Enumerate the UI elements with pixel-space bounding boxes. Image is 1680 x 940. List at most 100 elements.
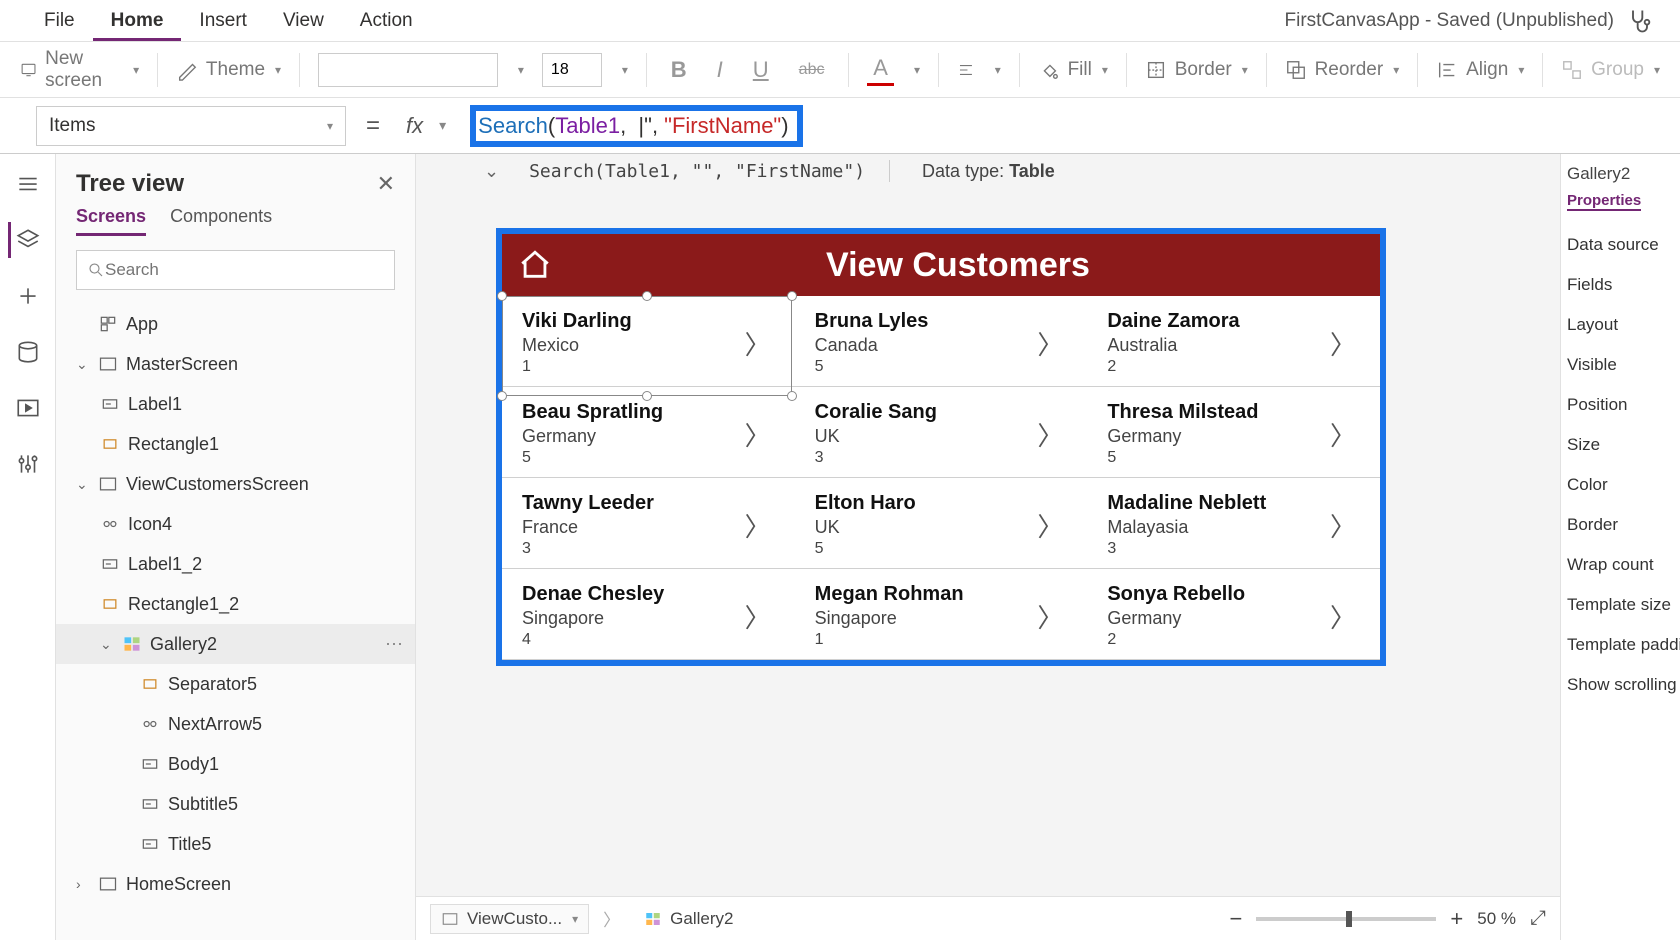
tree-body1[interactable]: Body1 bbox=[56, 744, 415, 784]
gallery-selection[interactable]: View Customers Viki DarlingMexico1〉Bruna… bbox=[496, 228, 1386, 666]
rail-media[interactable] bbox=[10, 390, 46, 426]
gallery-item[interactable]: Bruna LylesCanada5〉 bbox=[795, 296, 1088, 387]
menu-view[interactable]: View bbox=[265, 10, 342, 32]
tree-icon4[interactable]: Icon4 bbox=[56, 504, 415, 544]
property-row[interactable]: Template padding bbox=[1567, 625, 1674, 665]
tree-nextarrow5[interactable]: NextArrow5 bbox=[56, 704, 415, 744]
home-icon[interactable] bbox=[518, 248, 552, 282]
underline-button[interactable]: U bbox=[747, 55, 775, 85]
rail-hamburger[interactable] bbox=[10, 166, 46, 202]
formula-input[interactable]: Search(Table1, |", "FirstName") bbox=[456, 105, 1658, 147]
tree-close-icon[interactable]: ✕ bbox=[377, 171, 395, 197]
menu-insert[interactable]: Insert bbox=[181, 10, 265, 32]
new-screen-button[interactable]: New screen▾ bbox=[20, 48, 139, 92]
zoom-out-button[interactable]: − bbox=[1230, 906, 1243, 932]
property-row[interactable]: Position bbox=[1567, 385, 1674, 425]
tree-gallery2[interactable]: ⌄Gallery2⋯ bbox=[56, 624, 415, 664]
zoom-slider[interactable] bbox=[1256, 917, 1436, 921]
rail-tree-view[interactable] bbox=[8, 222, 44, 258]
reorder-button[interactable]: Reorder▾ bbox=[1285, 59, 1400, 81]
gallery-item[interactable]: Daine ZamoraAustralia2〉 bbox=[1087, 296, 1380, 387]
gallery-item[interactable]: Elton HaroUK5〉 bbox=[795, 478, 1088, 569]
app-title: View Customers bbox=[552, 246, 1364, 285]
breadcrumb-screen[interactable]: ViewCusto... ▾ bbox=[430, 904, 589, 934]
gallery-item[interactable]: Coralie SangUK3〉 bbox=[795, 387, 1088, 478]
zoom-in-button[interactable]: + bbox=[1450, 906, 1463, 932]
chevron-right-icon[interactable]: 〉 bbox=[1322, 416, 1364, 453]
fill-button[interactable]: Fill▾ bbox=[1038, 59, 1108, 81]
breadcrumb-control[interactable]: Gallery2 bbox=[634, 905, 743, 933]
property-row[interactable]: Wrap count bbox=[1567, 545, 1674, 585]
tab-components[interactable]: Components bbox=[170, 206, 272, 236]
tree-item-more-icon[interactable]: ⋯ bbox=[385, 634, 405, 655]
gallery-item[interactable]: Sonya RebelloGermany2〉 bbox=[1087, 569, 1380, 660]
chevron-right-icon[interactable]: 〉 bbox=[1029, 416, 1071, 453]
chevron-right-icon[interactable]: 〉 bbox=[1029, 325, 1071, 362]
tree-app[interactable]: App bbox=[56, 304, 415, 344]
font-color-button[interactable]: A bbox=[867, 53, 894, 86]
tree-rectangle1[interactable]: Rectangle1 bbox=[56, 424, 415, 464]
group-button[interactable]: Group▾ bbox=[1561, 59, 1660, 81]
tree-rectangle1-2[interactable]: Rectangle1_2 bbox=[56, 584, 415, 624]
italic-button[interactable]: I bbox=[711, 55, 729, 85]
property-selector[interactable]: Items ▾ bbox=[36, 106, 346, 146]
tree-viewcustomersscreen[interactable]: ⌄ViewCustomersScreen bbox=[56, 464, 415, 504]
property-row[interactable]: Show scrolling bbox=[1567, 665, 1674, 705]
layers-icon bbox=[15, 227, 41, 253]
property-row[interactable]: Color bbox=[1567, 465, 1674, 505]
chevron-right-icon[interactable]: 〉 bbox=[1322, 598, 1364, 635]
align-button[interactable]: Align▾ bbox=[1436, 59, 1524, 81]
gallery-item[interactable]: Denae ChesleySingapore4〉 bbox=[502, 569, 795, 660]
tree-homescreen[interactable]: ›HomeScreen bbox=[56, 864, 415, 904]
tree-label1-2[interactable]: Label1_2 bbox=[56, 544, 415, 584]
fx-expand-icon[interactable]: ▾ bbox=[439, 117, 446, 134]
gallery-item[interactable]: Madaline NeblettMalayasia3〉 bbox=[1087, 478, 1380, 569]
gallery-item[interactable]: Thresa MilsteadGermany5〉 bbox=[1087, 387, 1380, 478]
text-align-icon[interactable] bbox=[957, 59, 975, 81]
chevron-right-icon[interactable]: 〉 bbox=[737, 507, 779, 544]
bold-button[interactable]: B bbox=[665, 55, 693, 85]
property-row[interactable]: Visible bbox=[1567, 345, 1674, 385]
gallery-item[interactable]: Megan RohmanSingapore1〉 bbox=[795, 569, 1088, 660]
property-row[interactable]: Size bbox=[1567, 425, 1674, 465]
font-name-input[interactable] bbox=[318, 53, 498, 87]
tree-search[interactable] bbox=[76, 250, 395, 290]
rail-settings[interactable] bbox=[10, 446, 46, 482]
property-row[interactable]: Layout bbox=[1567, 305, 1674, 345]
tree-search-input[interactable] bbox=[105, 260, 384, 280]
media-icon bbox=[15, 395, 41, 421]
border-button[interactable]: Border▾ bbox=[1145, 59, 1248, 81]
property-row[interactable]: Template size bbox=[1567, 585, 1674, 625]
tree-title5[interactable]: Title5 bbox=[56, 824, 415, 864]
chevron-right-icon[interactable]: 〉 bbox=[737, 598, 779, 635]
app-checker-icon[interactable] bbox=[1626, 7, 1654, 35]
theme-button[interactable]: Theme▾ bbox=[176, 59, 281, 81]
tree-masterscreen[interactable]: ⌄MasterScreen bbox=[56, 344, 415, 384]
gallery-item-country: Germany bbox=[1107, 608, 1322, 629]
tree-separator5[interactable]: Separator5 bbox=[56, 664, 415, 704]
property-row[interactable]: Data source bbox=[1567, 225, 1674, 265]
tab-screens[interactable]: Screens bbox=[76, 206, 146, 236]
chevron-right-icon[interactable]: 〉 bbox=[737, 416, 779, 453]
rail-insert[interactable] bbox=[10, 278, 46, 314]
template-selection[interactable] bbox=[502, 296, 792, 396]
tree-subtitle5[interactable]: Subtitle5 bbox=[56, 784, 415, 824]
menu-home[interactable]: Home bbox=[93, 10, 182, 41]
fit-to-screen-icon[interactable]: ⤢ bbox=[1530, 907, 1546, 930]
strike-button[interactable]: abc bbox=[793, 59, 831, 81]
chevron-right-icon[interactable]: 〉 bbox=[1029, 598, 1071, 635]
chevron-right-icon[interactable]: 〉 bbox=[1029, 507, 1071, 544]
menu-action[interactable]: Action bbox=[342, 10, 431, 32]
tree-label1[interactable]: Label1 bbox=[56, 384, 415, 424]
menu-file[interactable]: File bbox=[26, 10, 93, 32]
hint-collapse-icon[interactable]: ⌄ bbox=[484, 161, 499, 182]
rail-data[interactable] bbox=[10, 334, 46, 370]
tab-properties[interactable]: Properties bbox=[1567, 192, 1641, 211]
tree-view-panel: Tree view ✕ Screens Components App ⌄Mast… bbox=[56, 154, 416, 940]
font-size-input[interactable] bbox=[542, 53, 602, 87]
property-row[interactable]: Border bbox=[1567, 505, 1674, 545]
gallery-item[interactable]: Tawny LeederFrance3〉 bbox=[502, 478, 795, 569]
chevron-right-icon[interactable]: 〉 bbox=[1322, 507, 1364, 544]
property-row[interactable]: Fields bbox=[1567, 265, 1674, 305]
chevron-right-icon[interactable]: 〉 bbox=[1322, 325, 1364, 362]
